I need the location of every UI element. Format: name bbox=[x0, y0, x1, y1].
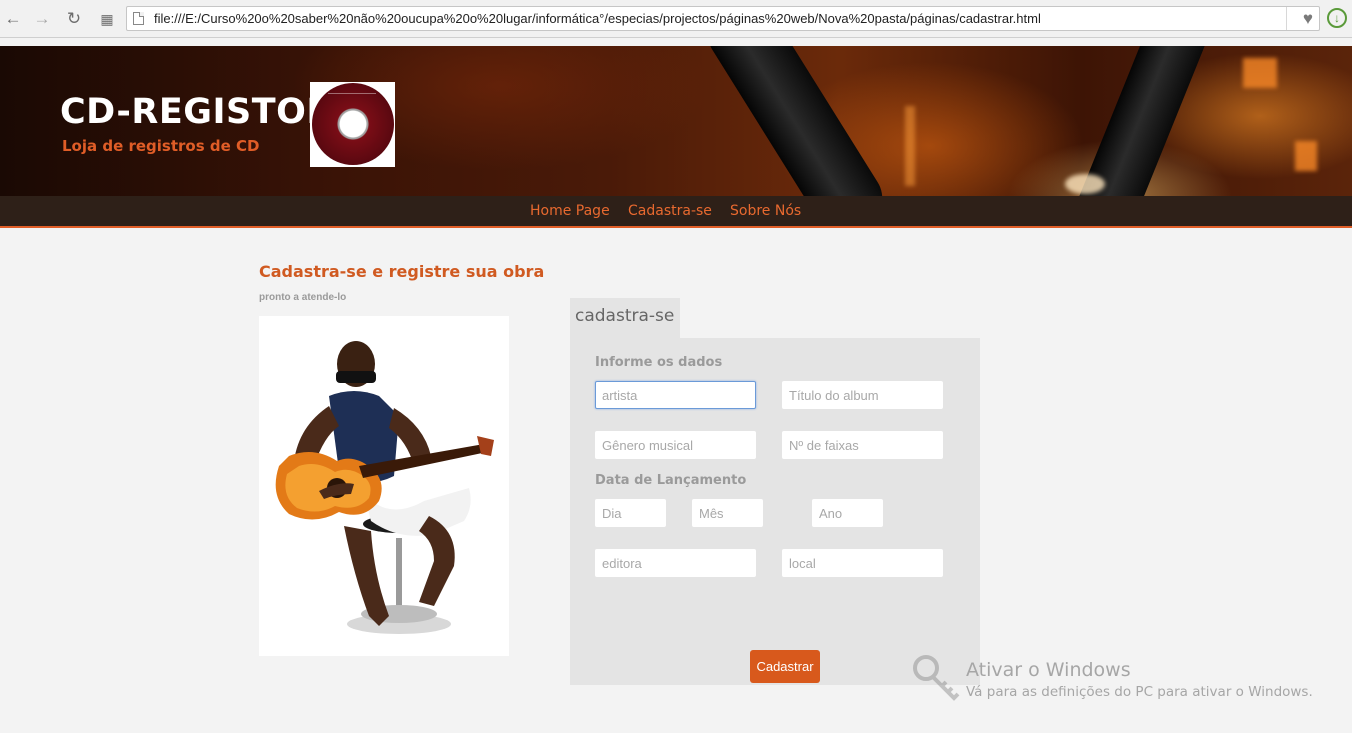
banner-decoration bbox=[1065, 174, 1105, 194]
banner-decoration bbox=[905, 106, 915, 186]
ano-input[interactable] bbox=[812, 499, 883, 527]
numero-faixas-input[interactable] bbox=[782, 431, 943, 459]
apps-grid-icon[interactable]: ▦ bbox=[96, 8, 118, 30]
banner-decoration bbox=[1295, 141, 1317, 171]
page-icon bbox=[133, 12, 144, 25]
section-data-de-lancamento: Data de Lançamento bbox=[595, 473, 747, 488]
section-informe-os-dados: Informe os dados bbox=[595, 355, 723, 370]
local-input[interactable] bbox=[782, 549, 943, 577]
nav-home-page[interactable]: Home Page bbox=[530, 203, 610, 219]
cd-logo bbox=[310, 82, 395, 167]
reload-icon[interactable]: ↻ bbox=[63, 8, 85, 30]
windows-activation-subtitle: Vá para as definições do PC para ativar … bbox=[966, 684, 1313, 700]
site-subtitle: Loja de registros de CD bbox=[62, 137, 260, 155]
update-icon[interactable]: ↓ bbox=[1327, 8, 1347, 28]
nav-sobre-nos[interactable]: Sobre Nós bbox=[730, 203, 801, 219]
genero-musical-input[interactable] bbox=[595, 431, 756, 459]
mes-input[interactable] bbox=[692, 499, 763, 527]
banner-decoration bbox=[696, 46, 894, 196]
heart-icon[interactable]: ♥ bbox=[1303, 9, 1313, 29]
editora-input[interactable] bbox=[595, 549, 756, 577]
omnibox-divider bbox=[1286, 7, 1287, 30]
header-banner: CD-REGISTOR Loja de registros de CD bbox=[0, 46, 1352, 196]
key-icon bbox=[913, 655, 960, 701]
address-bar[interactable]: file:///E:/Curso%20o%20saber%20não%20ouc… bbox=[126, 6, 1320, 31]
banner-decoration bbox=[1243, 58, 1277, 88]
titulo-album-input[interactable] bbox=[782, 381, 943, 409]
artist-with-guitar-image bbox=[275, 341, 494, 634]
tab-label: cadastra-se bbox=[575, 306, 675, 326]
back-arrow-icon[interactable]: ← bbox=[2, 8, 24, 30]
url-text: file:///E:/Curso%20o%20saber%20não%20ouc… bbox=[154, 11, 1041, 26]
artist-photo bbox=[259, 316, 509, 656]
page-subtitle: pronto a atende-lo bbox=[259, 292, 347, 303]
cadastrar-button[interactable]: Cadastrar bbox=[750, 650, 820, 683]
cd-disc-icon bbox=[312, 83, 394, 165]
nav-cadastra-se[interactable]: Cadastra-se bbox=[628, 203, 712, 219]
page-title: Cadastra-se e registre sua obra bbox=[259, 262, 545, 281]
main-nav: Home Page Cadastra-se Sobre Nós bbox=[0, 196, 1352, 228]
windows-activation-title: Ativar o Windows bbox=[966, 659, 1131, 681]
dia-input[interactable] bbox=[595, 499, 666, 527]
browser-toolbar: ← → ↻ ▦ file:///E:/Curso%20o%20saber%20n… bbox=[0, 0, 1352, 38]
site-title: CD-REGISTOR bbox=[60, 92, 334, 132]
artista-input[interactable] bbox=[595, 381, 756, 409]
forward-arrow-icon[interactable]: → bbox=[31, 8, 53, 30]
tab-cadastra-se[interactable]: cadastra-se bbox=[570, 298, 680, 340]
